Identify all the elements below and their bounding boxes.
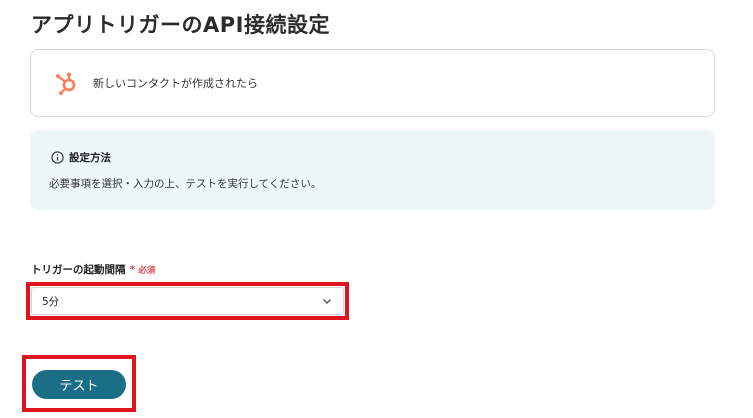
info-header: 設定方法 [50,150,111,165]
info-icon [50,151,64,165]
interval-field-label: トリガーの起動間隔 * 必須 [31,262,155,277]
setup-instructions: 設定方法 必要事項を選択・入力の上、テストを実行してください。 [30,130,715,210]
required-mark: * [129,263,136,276]
info-text: 必要事項を選択・入力の上、テストを実行してください。 [49,178,322,190]
required-label: 必須 [138,266,156,276]
info-title: 設定方法 [69,152,111,164]
test-button[interactable]: テスト [32,370,126,399]
interval-select[interactable]: 5分 [31,287,344,315]
trigger-label: 新しいコンタクトが作成されたら [93,77,258,90]
chevron-down-icon [321,295,333,307]
select-value: 5分 [42,295,60,308]
interval-label: トリガーの起動間隔 [31,264,126,276]
trigger-card: 新しいコンタクトが作成されたら [30,49,715,117]
page-title: アプリトリガーのAPI接続設定 [31,13,330,37]
hubspot-icon [53,70,79,96]
